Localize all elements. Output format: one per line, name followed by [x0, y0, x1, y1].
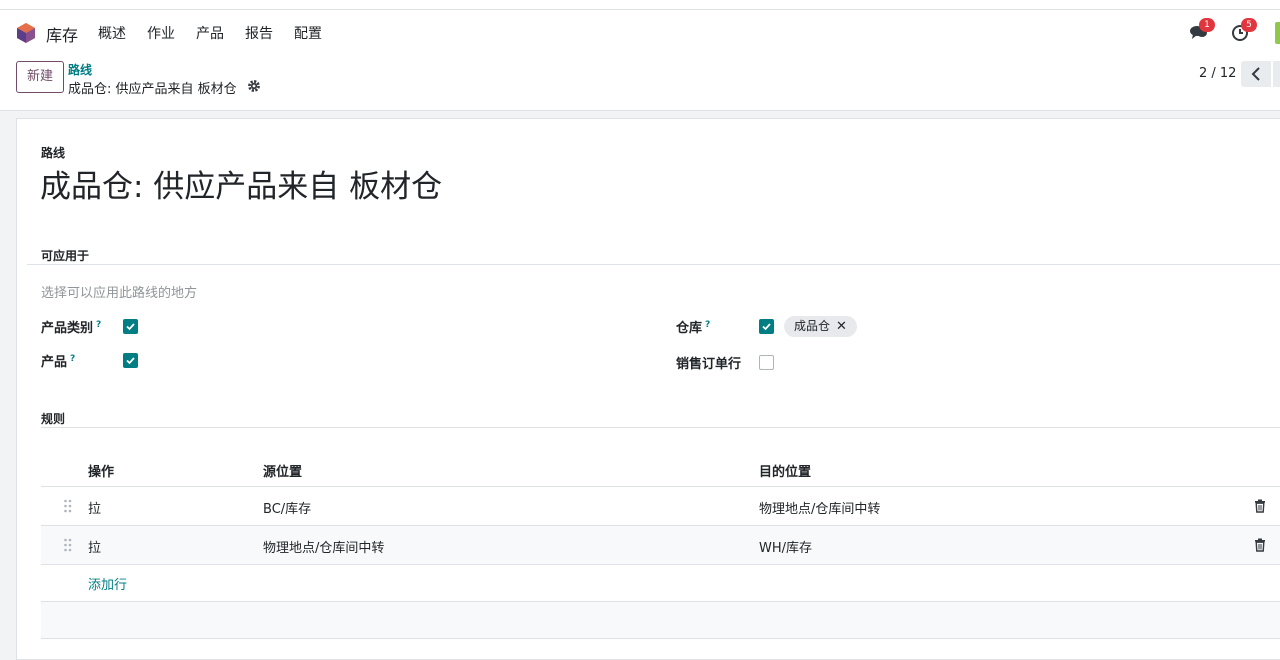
main-navbar: 库存 概述 作业 产品 报告 配置 1 5 — [0, 10, 1280, 54]
top-menu: 概述 作业 产品 报告 配置 — [98, 23, 343, 43]
app-logo-icon[interactable] — [16, 22, 36, 44]
applicable-section-title: 可应用于 — [41, 249, 90, 263]
close-icon[interactable]: ✕ — [836, 316, 847, 337]
check-icon — [126, 323, 135, 331]
form-sheet: 路线 成品仓: 供应产品来自 板材仓 可应用于 选择可以应用此路线的地方 产品类… — [16, 118, 1280, 660]
cell-action: 拉 — [88, 502, 102, 517]
warehouse-tag-label: 成品仓 — [794, 319, 831, 333]
pager-value[interactable]: 2 / 12 — [1199, 66, 1236, 81]
cell-action: 拉 — [88, 541, 102, 556]
route-name-field[interactable]: 成品仓: 供应产品来自 板材仓 — [40, 161, 442, 206]
menu-configuration[interactable]: 配置 — [294, 23, 322, 43]
row-divider — [41, 638, 1280, 639]
breadcrumb-current: 成品仓: 供应产品来自 板材仓 — [68, 82, 237, 97]
drag-handle-icon[interactable] — [63, 499, 73, 513]
product-category-label: 产品类别? — [41, 319, 102, 336]
new-button[interactable]: 新建 — [16, 61, 64, 93]
user-avatar[interactable] — [1275, 22, 1280, 44]
drag-handle-icon[interactable] — [63, 538, 73, 552]
gear-icon[interactable] — [247, 79, 261, 93]
breadcrumb-parent[interactable]: 路线 — [68, 61, 92, 78]
check-icon — [762, 323, 771, 331]
applicable-help-text: 选择可以应用此路线的地方 — [41, 286, 198, 301]
help-tooltip-icon[interactable]: ? — [70, 354, 75, 364]
cell-destination: 物理地点/仓库间中转 — [759, 502, 881, 517]
chevron-left-icon — [1251, 67, 1260, 81]
cell-source: 物理地点/仓库间中转 — [263, 541, 385, 556]
browser-top-edge — [0, 0, 1280, 10]
trash-icon[interactable] — [1254, 499, 1266, 513]
product-checkbox[interactable] — [123, 353, 138, 368]
help-tooltip-icon[interactable]: ? — [96, 320, 101, 330]
help-tooltip-icon[interactable]: ? — [705, 320, 710, 330]
pager-next-button[interactable] — [1273, 61, 1280, 87]
product-category-checkbox[interactable] — [123, 319, 138, 334]
check-icon — [126, 357, 135, 365]
rules-section-title: 规则 — [41, 412, 66, 426]
row-divider — [41, 564, 1280, 565]
app-name[interactable]: 库存 — [46, 22, 78, 46]
cell-destination: WH/库存 — [759, 541, 813, 556]
section-divider — [41, 427, 1280, 428]
column-header-source[interactable]: 源位置 — [263, 461, 302, 480]
pager-previous-button[interactable] — [1241, 61, 1271, 87]
messages-badge: 1 — [1199, 18, 1215, 32]
menu-reporting[interactable]: 报告 — [245, 23, 273, 43]
cell-source: BC/库存 — [263, 502, 312, 517]
column-header-destination[interactable]: 目的位置 — [759, 461, 811, 480]
activities-badge: 5 — [1241, 18, 1257, 32]
section-divider — [27, 264, 1280, 265]
messages-button[interactable]: 1 — [1189, 18, 1215, 42]
control-panel: 新建 路线 成品仓: 供应产品来自 板材仓 2 / 12 — [0, 54, 1280, 111]
sale-order-line-label: 销售订单行 — [676, 357, 742, 372]
table-row[interactable]: 拉 物理地点/仓库间中转 WH/库存 — [41, 526, 1280, 564]
activities-button[interactable]: 5 — [1231, 18, 1257, 42]
menu-overview[interactable]: 概述 — [98, 23, 126, 43]
sale-order-line-checkbox[interactable] — [759, 355, 774, 370]
warehouse-label: 仓库? — [676, 319, 711, 336]
warehouse-checkbox[interactable] — [759, 319, 774, 334]
column-header-action[interactable]: 操作 — [88, 461, 114, 480]
warehouse-tag: 成品仓 ✕ — [784, 316, 857, 337]
add-line-link[interactable]: 添加行 — [88, 574, 127, 593]
route-name-label: 路线 — [41, 146, 66, 160]
empty-table-row — [41, 602, 1280, 638]
menu-products[interactable]: 产品 — [196, 23, 224, 43]
menu-operations[interactable]: 作业 — [147, 23, 175, 43]
product-label: 产品? — [41, 353, 76, 370]
trash-icon[interactable] — [1254, 538, 1266, 552]
table-row[interactable]: 拉 BC/库存 物理地点/仓库间中转 — [41, 487, 1280, 525]
